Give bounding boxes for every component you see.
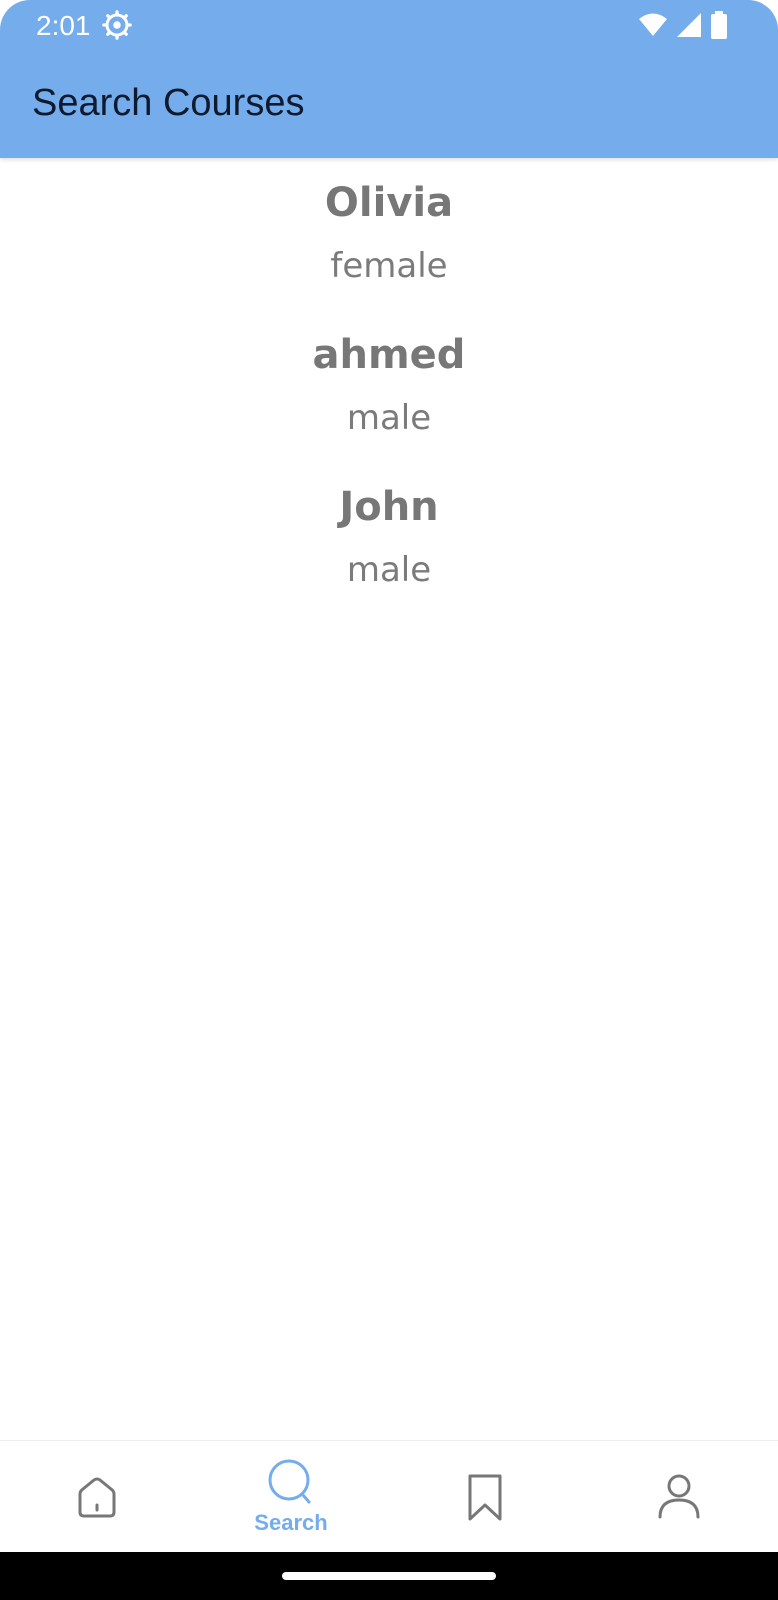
person-name: Olivia bbox=[324, 180, 454, 226]
bookmark-icon bbox=[468, 1474, 502, 1521]
person-gender: male bbox=[346, 398, 432, 438]
status-time: 2:01 bbox=[36, 10, 91, 41]
page-title: Search Courses bbox=[32, 82, 305, 124]
system-gesture-bar bbox=[0, 1552, 778, 1600]
nav-search[interactable]: Search bbox=[194, 1441, 388, 1553]
signal-icon bbox=[677, 13, 701, 37]
list-item[interactable]: ahmed male bbox=[0, 310, 778, 462]
settings-gear-icon bbox=[102, 10, 132, 40]
status-icons bbox=[638, 11, 728, 39]
app-screen: 2:01 Search Courses Olivia female ahmed … bbox=[0, 0, 778, 1600]
battery-icon bbox=[711, 11, 727, 39]
nav-search-label: Search bbox=[254, 1510, 328, 1535]
home-icon bbox=[78, 1477, 116, 1518]
profile-icon bbox=[658, 1474, 700, 1519]
person-gender: female bbox=[330, 246, 448, 286]
nav-profile[interactable] bbox=[582, 1441, 776, 1553]
top-app-bar: 2:01 Search Courses bbox=[0, 0, 778, 158]
nav-home[interactable] bbox=[0, 1441, 194, 1553]
list-item[interactable]: Olivia female bbox=[0, 158, 778, 310]
wifi-icon bbox=[639, 13, 667, 36]
person-name: John bbox=[339, 484, 439, 530]
home-gesture-handle[interactable] bbox=[282, 1572, 496, 1580]
list-item[interactable]: John male bbox=[0, 462, 778, 614]
person-gender: male bbox=[346, 550, 432, 590]
bottom-navigation: Search bbox=[0, 1440, 778, 1553]
search-icon bbox=[268, 1459, 311, 1504]
nav-bookmark[interactable] bbox=[388, 1441, 582, 1553]
person-name: ahmed bbox=[312, 332, 466, 378]
search-results-list: Olivia female ahmed male John male bbox=[0, 158, 778, 614]
